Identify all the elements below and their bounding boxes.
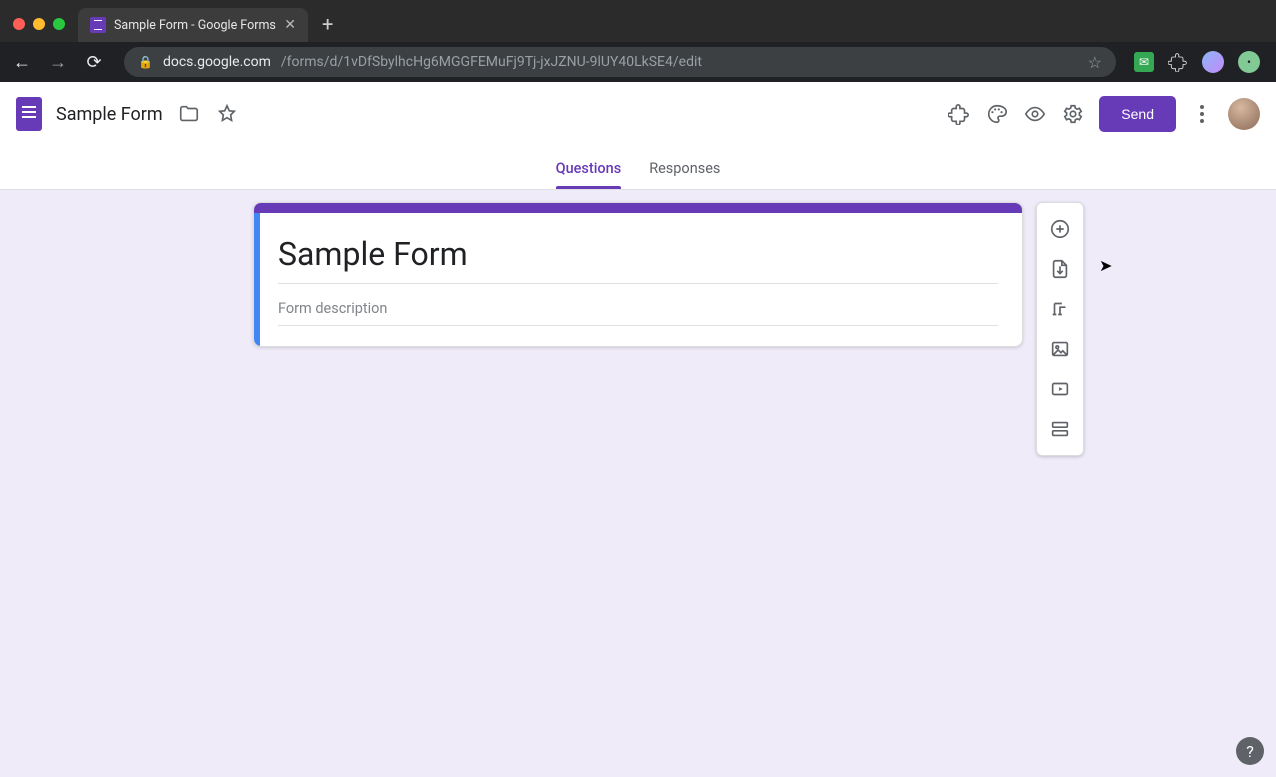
bookmark-star-icon[interactable]: ☆ (1088, 53, 1102, 72)
close-tab-icon[interactable]: ✕ (284, 17, 296, 33)
url-host: docs.google.com (163, 54, 271, 70)
profile-avatar-icon[interactable] (1202, 51, 1224, 73)
forms-favicon-icon (90, 17, 106, 33)
reload-button[interactable]: ⟳ (82, 52, 106, 73)
settings-gear-icon[interactable] (1061, 102, 1085, 126)
add-section-button[interactable] (1040, 409, 1080, 449)
extensions-puzzle-icon[interactable] (1168, 52, 1188, 72)
add-question-button[interactable] (1040, 209, 1080, 249)
window-controls (0, 18, 78, 42)
tab-questions[interactable]: Questions (556, 160, 622, 189)
preview-eye-icon[interactable] (1023, 102, 1047, 126)
address-bar[interactable]: 🔒 docs.google.com/forms/d/1vDfSbylhcHg6M… (124, 47, 1116, 77)
form-canvas: Sample Form ? ➤ (0, 190, 1276, 777)
app-root: Sample Form Send Questions Responses (0, 82, 1276, 777)
account-avatar[interactable] (1228, 98, 1260, 130)
form-description-input[interactable] (278, 296, 998, 326)
browser-tabstrip: Sample Form - Google Forms ✕ + (0, 0, 1276, 42)
tab-responses[interactable]: Responses (649, 160, 720, 189)
card-accent-bar (254, 203, 1022, 213)
close-window-icon[interactable] (13, 18, 25, 30)
extension-mail-icon[interactable]: ✉ (1134, 52, 1154, 72)
add-image-button[interactable] (1040, 329, 1080, 369)
browser-toolbar: ← → ⟳ 🔒 docs.google.com/forms/d/1vDfSbyl… (0, 42, 1276, 82)
star-icon[interactable] (215, 102, 239, 126)
back-button[interactable]: ← (10, 52, 34, 73)
addons-puzzle-icon[interactable] (947, 102, 971, 126)
document-title[interactable]: Sample Form (56, 104, 163, 125)
mouse-cursor-icon: ➤ (1099, 256, 1112, 275)
forward-button[interactable]: → (46, 52, 70, 73)
browser-tab[interactable]: Sample Form - Google Forms ✕ (78, 8, 308, 42)
send-button[interactable]: Send (1099, 96, 1176, 132)
profile-badge-icon[interactable]: • (1238, 51, 1260, 73)
tab-title: Sample Form - Google Forms (114, 18, 276, 33)
new-tab-button[interactable]: + (308, 12, 347, 42)
import-questions-button[interactable] (1040, 249, 1080, 289)
customize-theme-palette-icon[interactable] (985, 102, 1009, 126)
question-toolbar (1036, 202, 1084, 456)
maximize-window-icon[interactable] (53, 18, 65, 30)
move-to-folder-icon[interactable] (177, 102, 201, 126)
minimize-window-icon[interactable] (33, 18, 45, 30)
form-header-card[interactable]: Sample Form (253, 202, 1023, 347)
editor-tabs: Questions Responses (0, 146, 1276, 190)
add-video-button[interactable] (1040, 369, 1080, 409)
app-header: Sample Form Send (0, 82, 1276, 146)
add-title-button[interactable] (1040, 289, 1080, 329)
card-selection-bar (254, 213, 260, 346)
extension-area: ✉ • (1134, 51, 1266, 73)
help-button[interactable]: ? (1236, 737, 1264, 765)
lock-icon: 🔒 (138, 55, 153, 69)
form-title-input[interactable]: Sample Form (278, 235, 998, 284)
url-path: /forms/d/1vDfSbylhcHg6MGGFEMuFj9Tj-jxJZN… (281, 54, 702, 70)
forms-logo-icon[interactable] (16, 97, 42, 131)
more-options-icon[interactable] (1190, 102, 1214, 126)
